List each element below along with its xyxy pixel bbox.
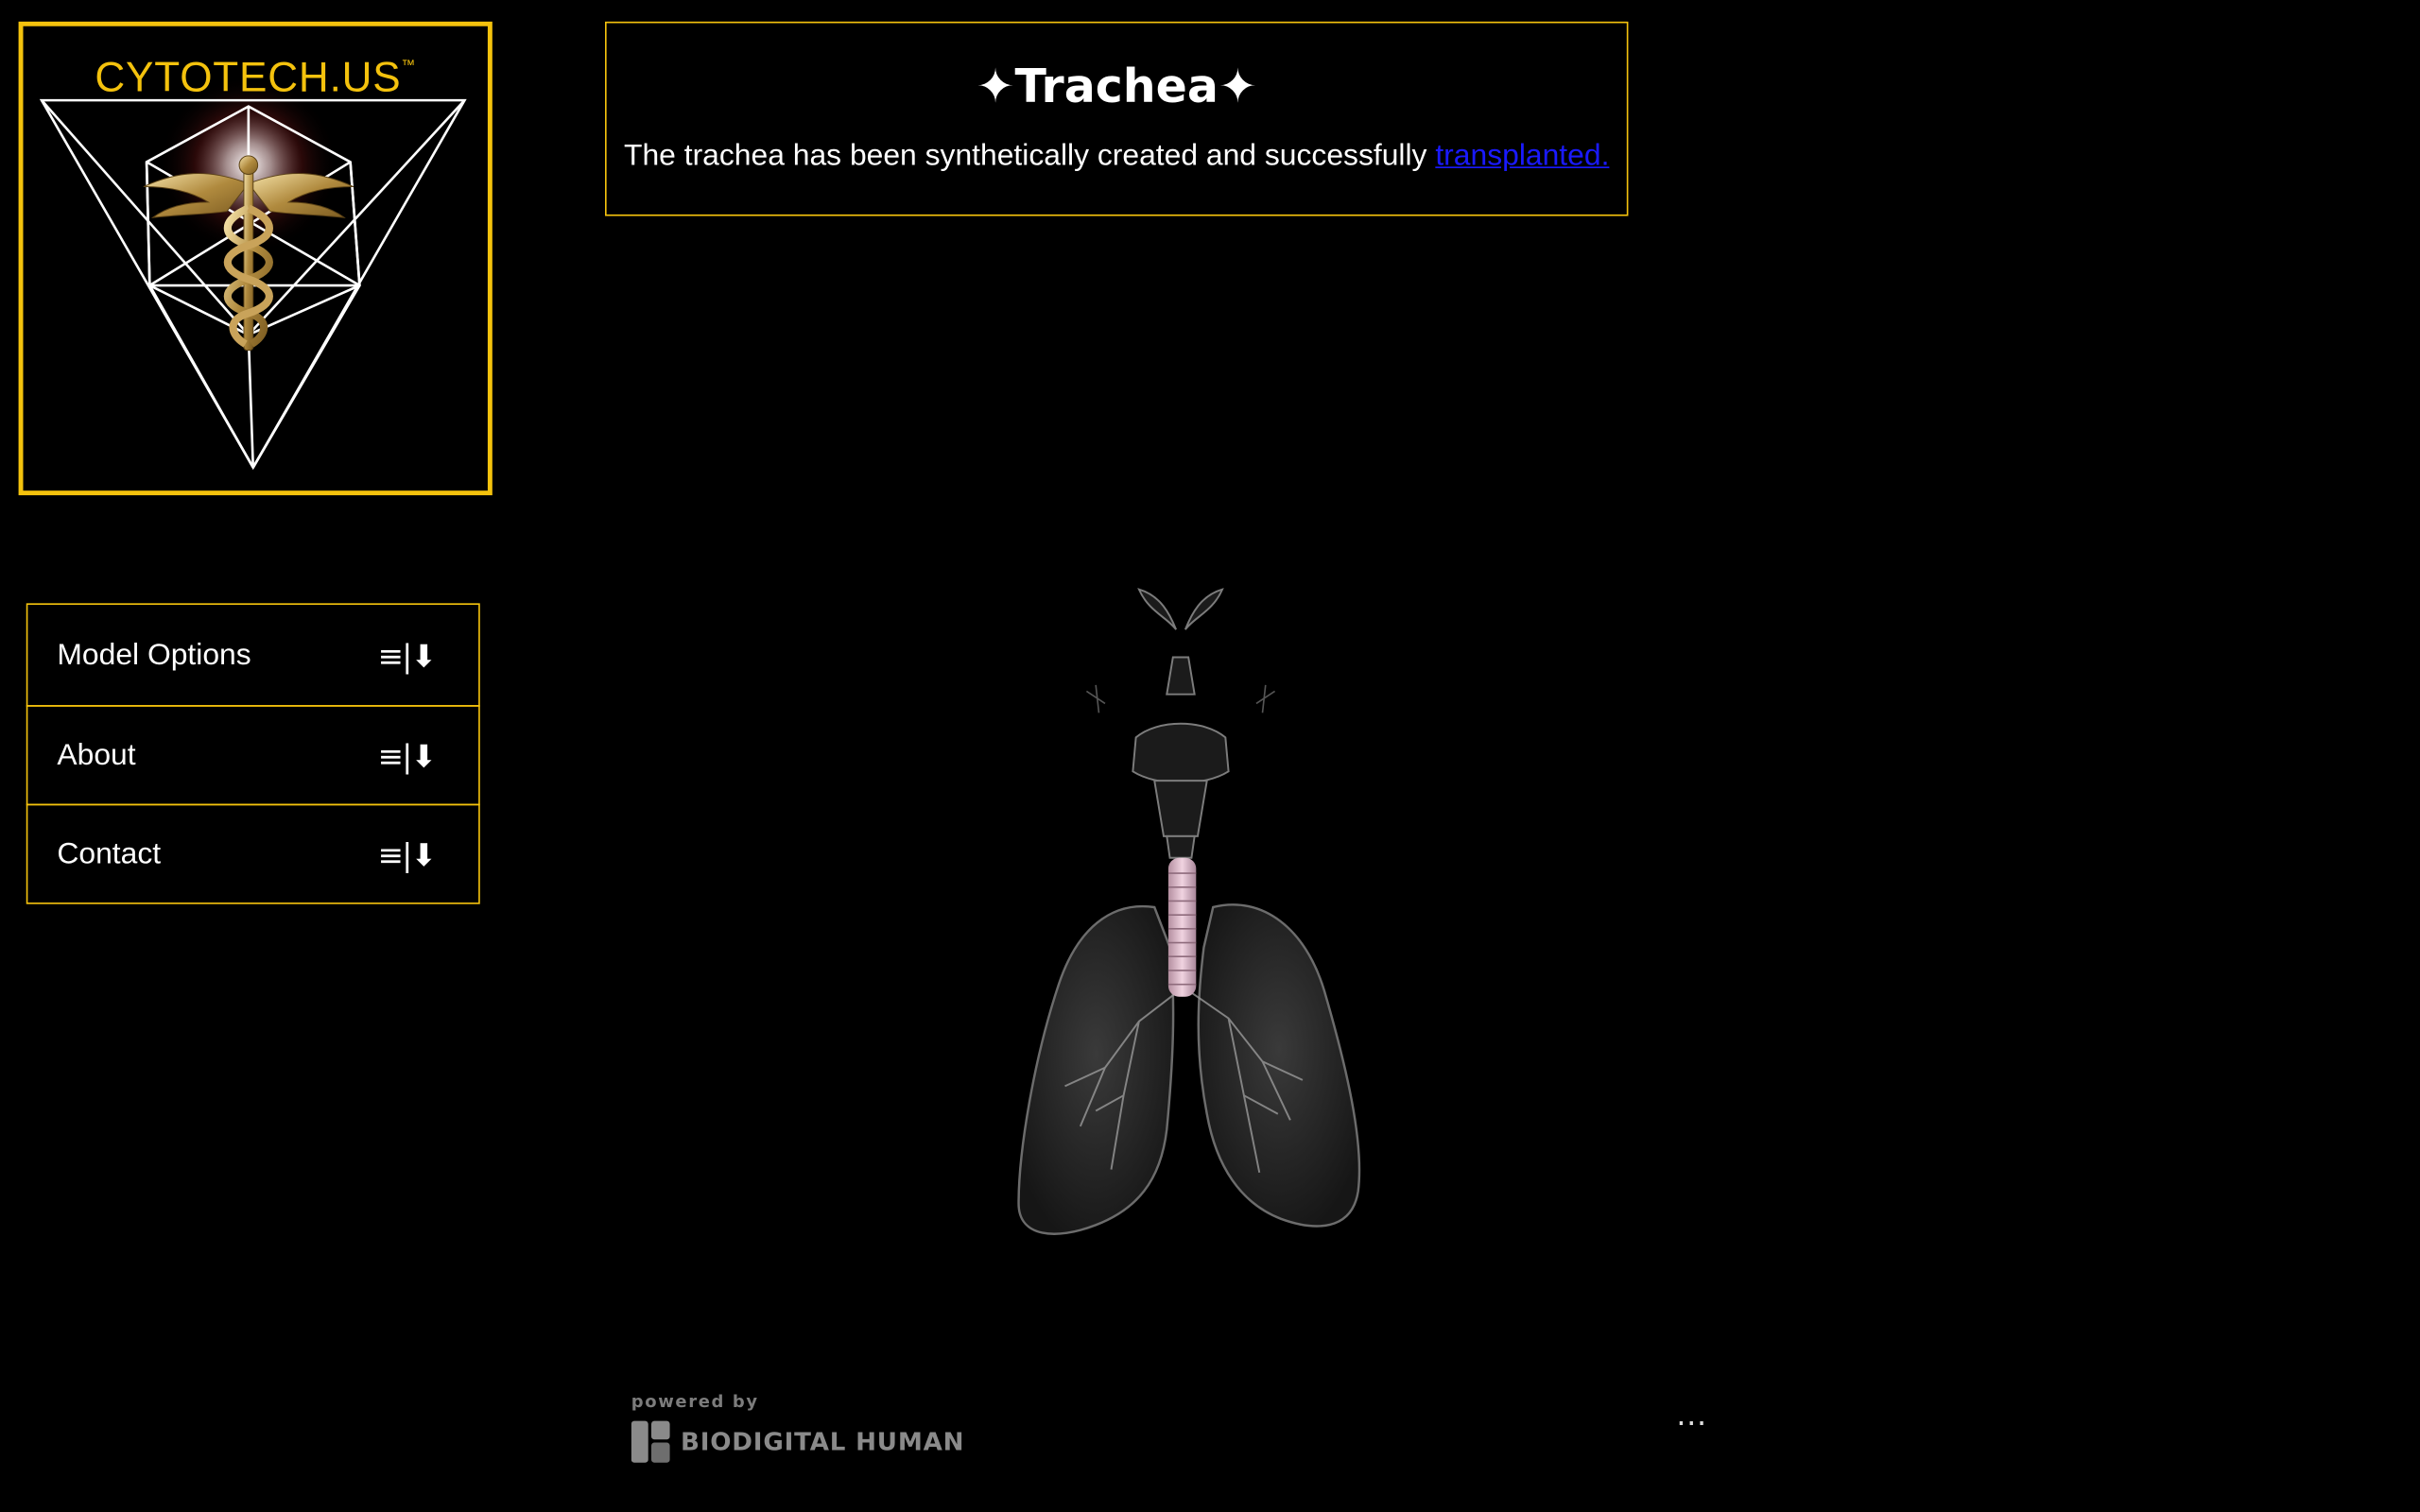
sidebar-menu: Model Options ≡|⬇ About ≡|⬇ Contact ≡|⬇ (26, 603, 480, 904)
menu-expand-icon: ≡|⬇ (377, 835, 437, 873)
trademark-mark: ™ (401, 57, 417, 73)
more-options-icon[interactable]: ⋯ (1676, 1404, 1708, 1443)
menu-expand-icon: ≡|⬇ (377, 636, 437, 674)
transplanted-link[interactable]: transplanted. (1435, 139, 1609, 173)
menu-item-label: Contact (57, 835, 162, 870)
menu-item-about[interactable]: About ≡|⬇ (26, 705, 480, 806)
logo-wordmark: CYTOTECH.US™ (23, 54, 487, 102)
logo-suffix-text: .US (329, 54, 402, 101)
menu-item-model-options[interactable]: Model Options ≡|⬇ (26, 603, 480, 707)
site-logo[interactable]: CYTOTECH.US™ (18, 21, 493, 496)
description-text: The trachea has been synthetically creat… (624, 138, 1427, 173)
biodigital-logo-icon (631, 1420, 670, 1463)
page: CYTOTECH.US™ Model Options ≡|⬇ About ≡|⬇… (0, 0, 2420, 1512)
powered-by-badge[interactable]: powered by BIODIGITAL HUMAN (631, 1392, 965, 1465)
powered-by-text: powered by (631, 1391, 759, 1412)
trachea-lungs-model-icon[interactable] (988, 571, 1374, 1249)
page-title: ✦Trachea✦ (976, 60, 1257, 114)
model-description: The trachea has been synthetically creat… (607, 139, 1627, 175)
logo-brand-text: CYTOTECH (95, 54, 330, 101)
menu-item-label: About (57, 737, 136, 772)
biodigital-human-label: BIODIGITAL HUMAN (680, 1426, 965, 1456)
menu-item-contact[interactable]: Contact ≡|⬇ (26, 803, 480, 904)
model-info-panel: ✦Trachea✦ The trachea has been synthetic… (604, 21, 1629, 216)
menu-item-label: Model Options (57, 637, 251, 672)
menu-expand-icon: ≡|⬇ (377, 736, 437, 774)
